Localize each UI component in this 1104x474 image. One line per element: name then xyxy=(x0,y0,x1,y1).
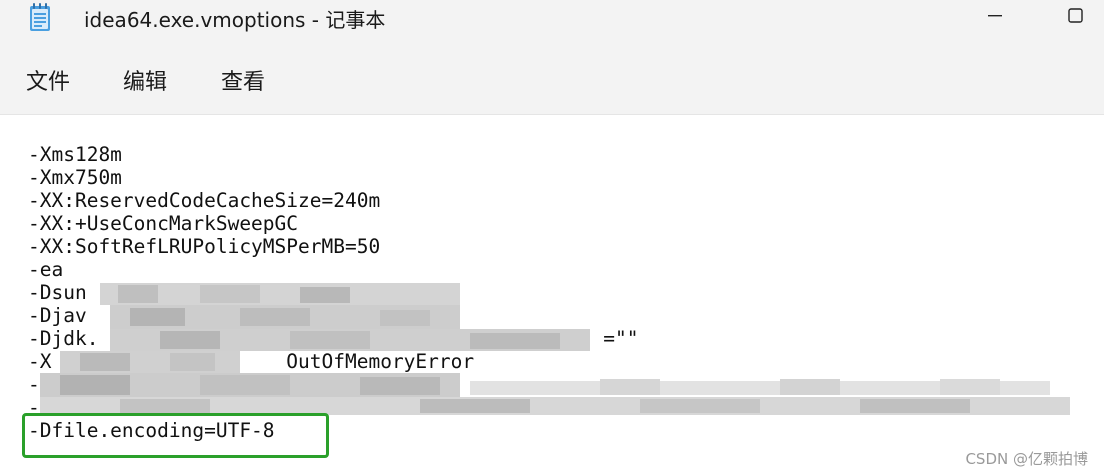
editor-line: -XX:+UseConcMarkSweepGC xyxy=(28,212,299,235)
maximize-icon xyxy=(1052,8,1098,36)
title-bar[interactable]: idea64.exe.vmoptions - 记事本 xyxy=(0,0,1104,38)
editor-line: -Dsun false xyxy=(28,281,381,304)
notepad-icon xyxy=(28,2,52,32)
menu-bar: 文件 编辑 查看 xyxy=(0,38,1104,114)
menu-edit[interactable]: 编辑 xyxy=(121,64,169,96)
editor-line: -Xms128m xyxy=(28,143,122,166)
menu-view[interactable]: 查看 xyxy=(219,64,267,96)
minimize-button[interactable] xyxy=(972,0,1018,32)
editor-lines: -Xms128m -Xmx750m -XX:ReservedCodeCacheS… xyxy=(28,143,638,442)
editor-line: -X OutOfMemoryError xyxy=(28,350,475,373)
editor-line: -Xmx750m xyxy=(28,166,122,189)
editor-line: -Djdk. ="" xyxy=(28,327,639,350)
editor-line: -XX:ReservedCodeCacheSize=240m xyxy=(28,189,381,212)
editor-line: -Djav xyxy=(28,304,87,327)
window-title: idea64.exe.vmoptions - 记事本 xyxy=(84,8,386,32)
text-editor[interactable]: -Xms128m -Xmx750m -XX:ReservedCodeCacheS… xyxy=(0,114,1104,474)
maximize-button[interactable] xyxy=(1052,0,1098,32)
menu-file[interactable]: 文件 xyxy=(24,64,72,96)
minimize-icon xyxy=(972,15,1018,36)
encoding-highlight-box xyxy=(22,413,329,458)
editor-line: -XX:SoftRefLRUPolicyMSPerMB=50 xyxy=(28,235,381,258)
editor-line: - xyxy=(28,373,40,396)
editor-line: -ea xyxy=(28,258,64,281)
notepad-window: idea64.exe.vmoptions - 记事本 文件 编辑 查看 -Xms… xyxy=(0,0,1104,474)
csdn-watermark: CSDN @亿颗拍博 xyxy=(965,450,1088,468)
